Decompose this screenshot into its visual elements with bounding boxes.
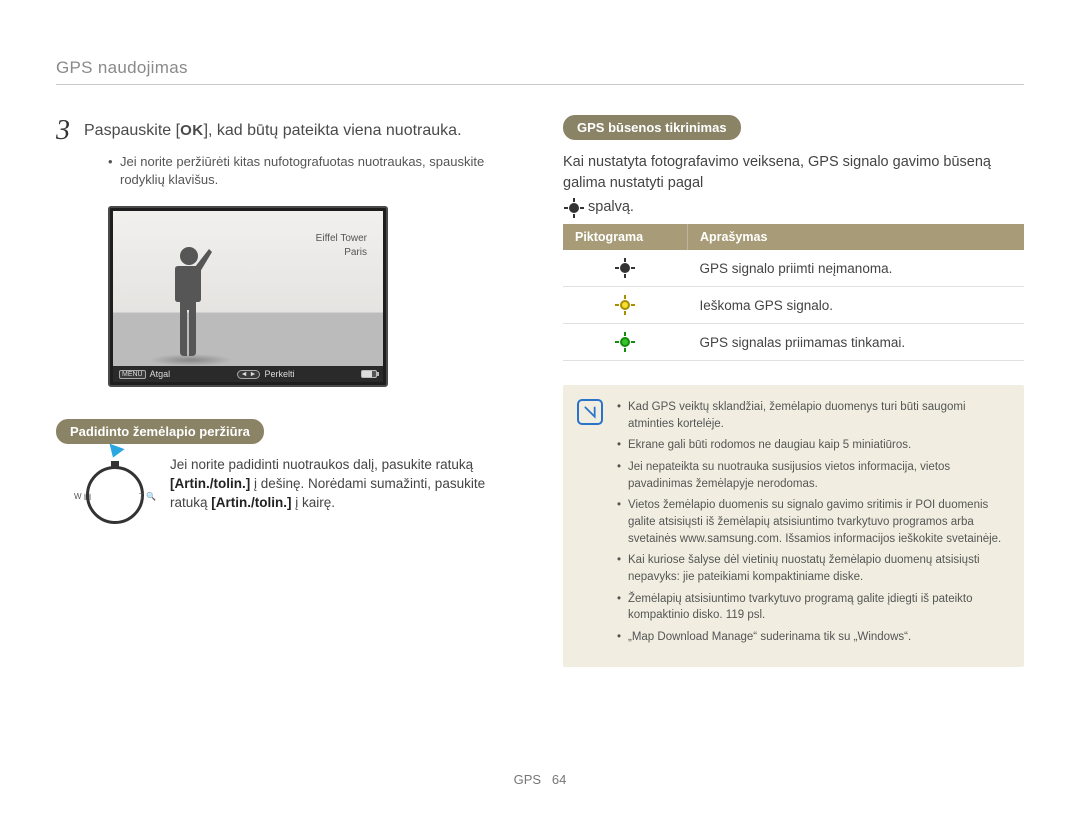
ok-key-label: OK bbox=[180, 122, 204, 139]
table-row: GPS signalas priimamas tinkamai. bbox=[563, 324, 1024, 361]
step-bullet: Jei norite peržiūrėti kitas nufotografuo… bbox=[108, 153, 517, 188]
gps-yellow-icon bbox=[617, 297, 633, 313]
gps-status-icon bbox=[566, 200, 582, 216]
back-label: Atgal bbox=[150, 369, 171, 379]
step-number: 3 bbox=[56, 115, 70, 147]
two-column-layout: 3 Paspauskite [OK], kad būtų pateikta vi… bbox=[56, 115, 1024, 667]
step-text-prefix: Paspauskite [ bbox=[84, 122, 180, 139]
camera-bottom-bar: MENU Atgal ◄ ► Perkelti bbox=[113, 366, 383, 382]
note-item: Jei nepateikta su nuotrauka susijusios v… bbox=[617, 459, 1008, 492]
footer-page-number: 64 bbox=[552, 772, 566, 787]
left-column: 3 Paspauskite [OK], kad būtų pateikta vi… bbox=[56, 115, 517, 667]
status-intro: Kai nustatyta fotografavimo veiksena, GP… bbox=[563, 152, 1024, 218]
note-box: Kad GPS veiktų sklandžiai, žemėlapio duo… bbox=[563, 385, 1024, 667]
battery-icon bbox=[361, 370, 377, 378]
dial-arrow-icon bbox=[105, 444, 124, 461]
note-item: Kai kuriose šalyse dėl vietinių nuostatų… bbox=[617, 552, 1008, 585]
gps-green-icon bbox=[617, 334, 633, 350]
zoom-instruction-text: Jei norite padidinti nuotraukos dalį, pa… bbox=[170, 456, 517, 513]
note-info-icon bbox=[577, 399, 603, 425]
arrow-lr-icon: ◄ ► bbox=[237, 370, 261, 379]
table-row: Ieškoma GPS signalo. bbox=[563, 287, 1024, 324]
photo-location-line1: Eiffel Tower bbox=[316, 233, 367, 244]
person-silhouette-icon bbox=[165, 242, 213, 362]
camera-screenshot: Eiffel Tower Paris MENU Atgal ◄ ► Perkel… bbox=[108, 206, 388, 387]
status-heading-pill: GPS būsenos tikrinimas bbox=[563, 115, 741, 140]
note-item: Kad GPS veiktų sklandžiai, žemėlapio duo… bbox=[617, 399, 1008, 432]
move-label: Perkelti bbox=[264, 369, 294, 379]
note-item: „Map Download Manage“ suderinama tik su … bbox=[617, 629, 1008, 646]
note-item: Žemėlapių atsisiuntimo tvarkytuvo progra… bbox=[617, 591, 1008, 624]
table-row: GPS signalo priimti neįmanoma. bbox=[563, 250, 1024, 287]
page-title: GPS naudojimas bbox=[56, 58, 1024, 85]
row-desc: GPS signalo priimti neįmanoma. bbox=[688, 250, 1025, 287]
footer-section: GPS bbox=[514, 772, 541, 787]
note-item: Ekrane gali būti rodomos ne daugiau kaip… bbox=[617, 437, 1008, 454]
camera-photo-area: Eiffel Tower Paris bbox=[113, 211, 383, 366]
note-list: Kad GPS veiktų sklandžiai, žemėlapio duo… bbox=[617, 399, 1008, 651]
gps-black-icon bbox=[617, 260, 633, 276]
zoom-dial-icon: W ▣ T 🔍 bbox=[80, 460, 150, 530]
zoom-heading-pill: Padidinto žemėlapio peržiūra bbox=[56, 419, 264, 444]
note-item: Vietos žemėlapio duomenis su signalo gav… bbox=[617, 497, 1008, 547]
step-3-line: 3 Paspauskite [OK], kad būtų pateikta vi… bbox=[56, 115, 517, 147]
gps-status-table: Piktograma Aprašymas GPS signalo priimti… bbox=[563, 224, 1024, 361]
col-desc-header: Aprašymas bbox=[688, 224, 1025, 250]
right-column: GPS būsenos tikrinimas Kai nustatyta fot… bbox=[563, 115, 1024, 667]
row-desc: Ieškoma GPS signalo. bbox=[688, 287, 1025, 324]
photo-location-line2: Paris bbox=[344, 247, 367, 258]
step-text-suffix: ], kad būtų pateikta viena nuotrauka. bbox=[204, 122, 462, 139]
zoom-instruction-row: W ▣ T 🔍 Jei norite padidinti nuotraukos … bbox=[80, 456, 517, 530]
page-footer: GPS 64 bbox=[0, 772, 1080, 787]
dial-t-label: T 🔍 bbox=[139, 492, 156, 501]
col-icon-header: Piktograma bbox=[563, 224, 688, 250]
row-desc: GPS signalas priimamas tinkamai. bbox=[688, 324, 1025, 361]
menu-button-icon: MENU bbox=[119, 370, 146, 379]
manual-page: GPS naudojimas 3 Paspauskite [OK], kad b… bbox=[0, 0, 1080, 815]
